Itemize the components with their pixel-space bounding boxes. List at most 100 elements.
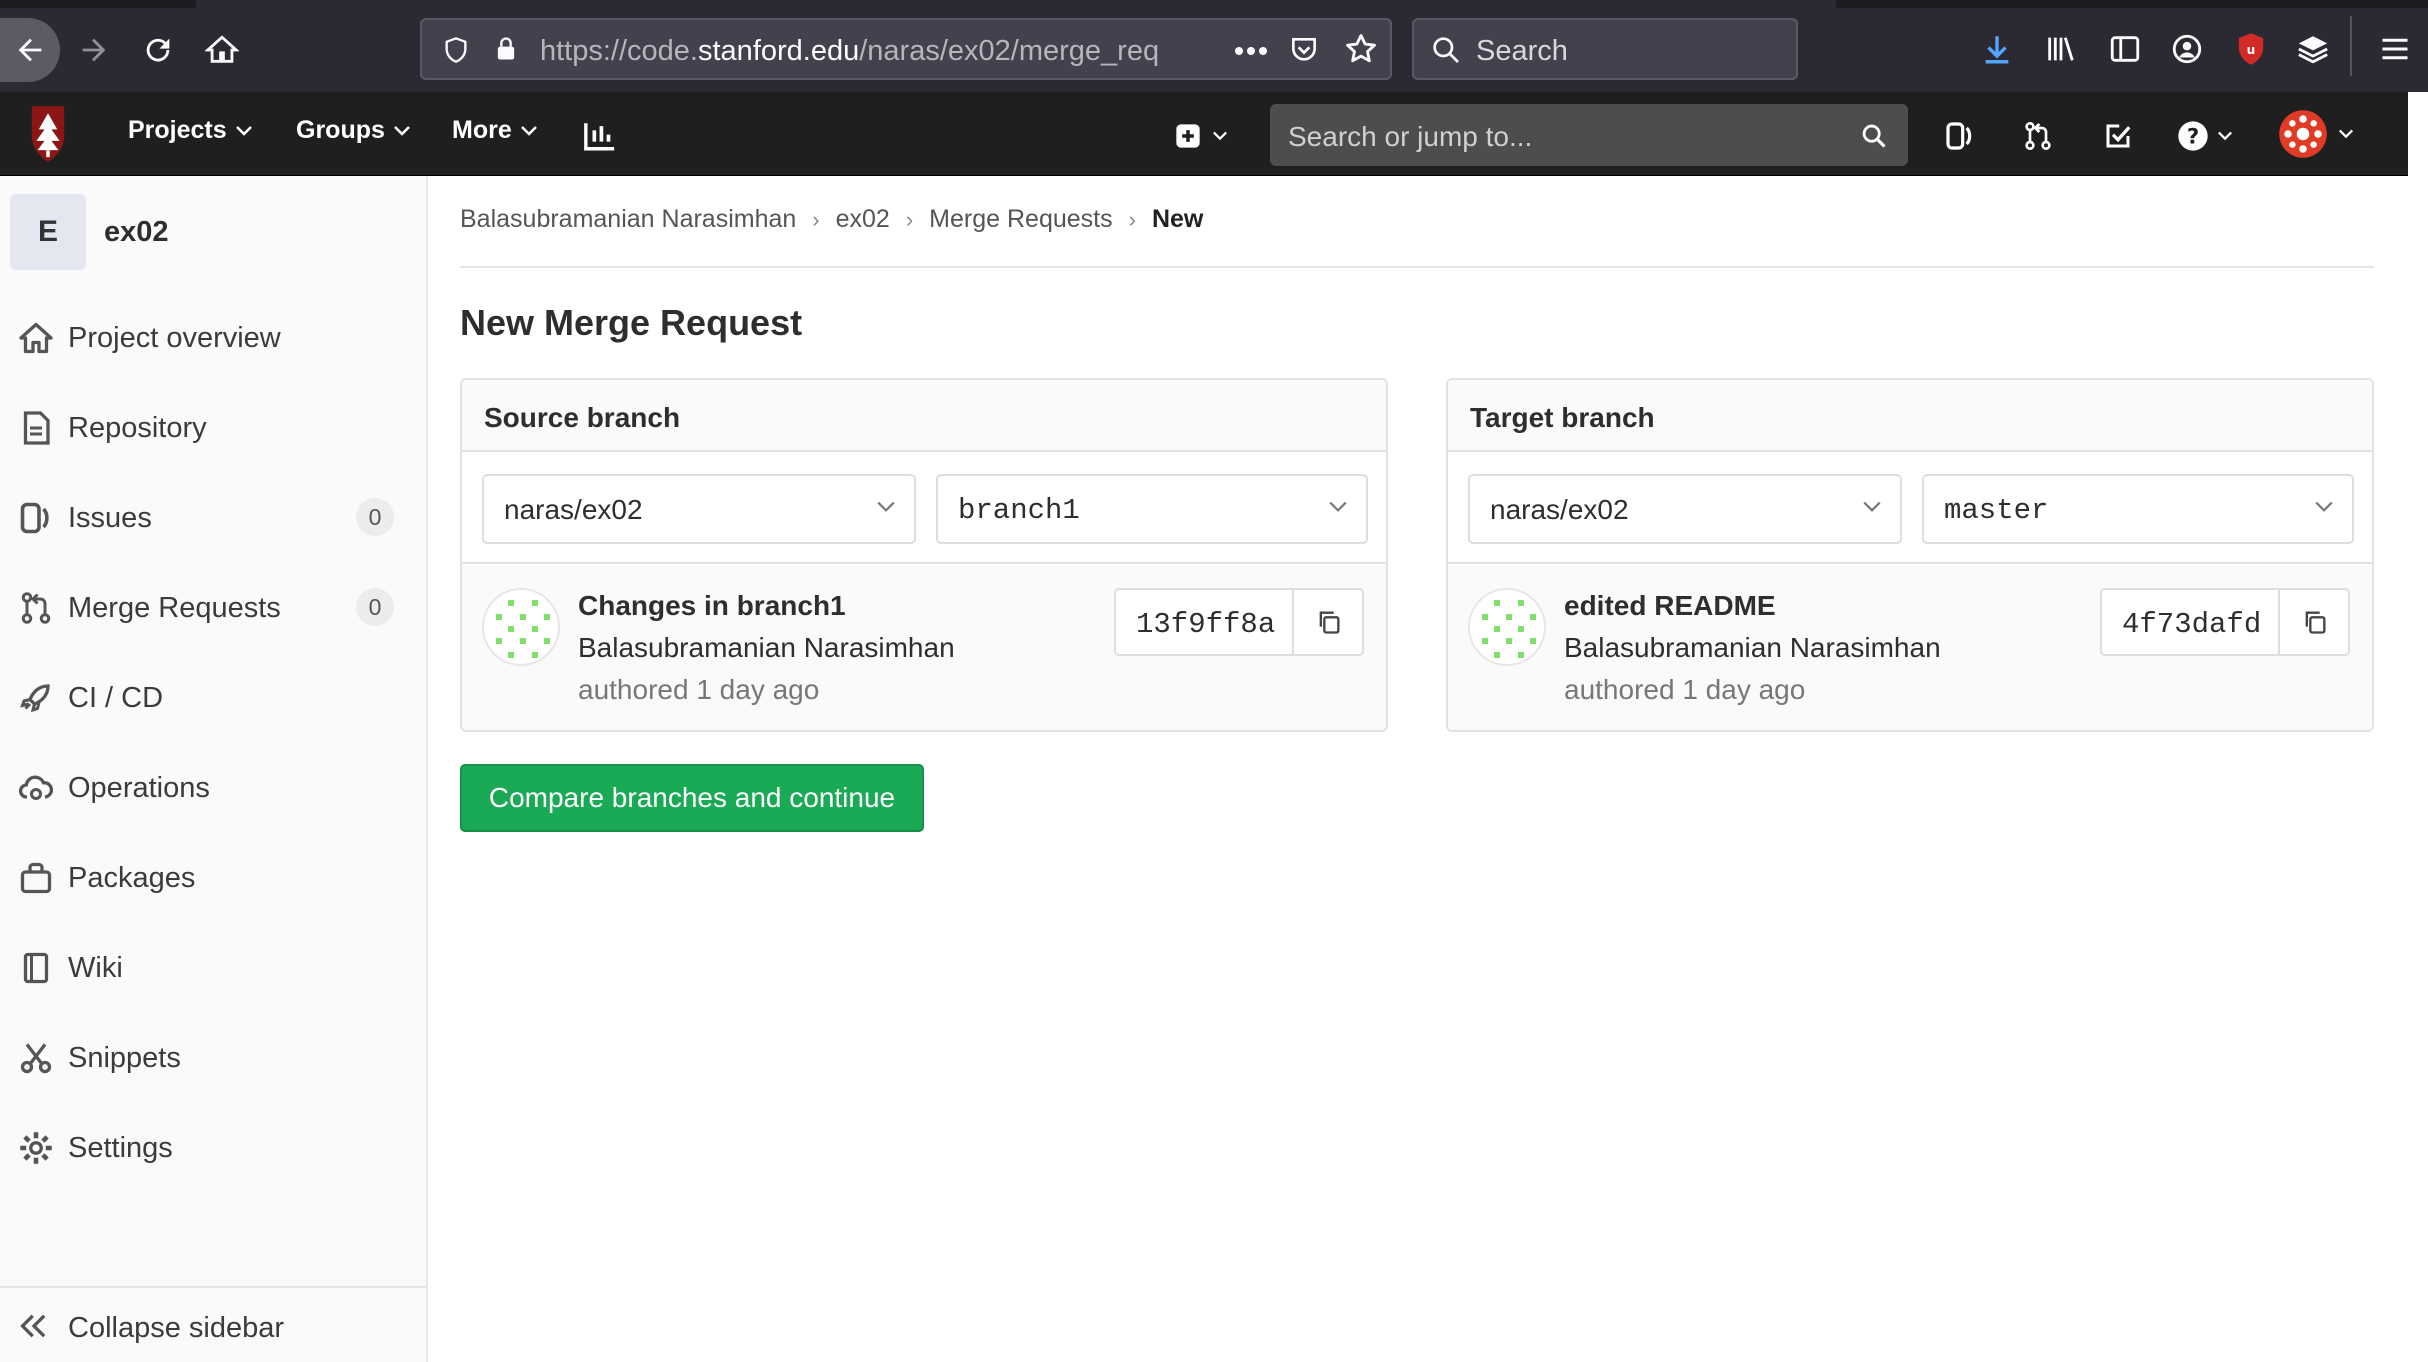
- sidebar-toggle-button[interactable]: [2102, 26, 2148, 72]
- issues-header-button[interactable]: [1938, 114, 1982, 158]
- source-commit-avatar[interactable]: [482, 588, 560, 666]
- stanford-tree-icon: [31, 106, 65, 162]
- gitlab-search-input[interactable]: Search or jump to...: [1270, 104, 1908, 166]
- source-branch-selectors: naras/ex02 branch1: [462, 452, 1386, 564]
- source-sha-value[interactable]: 13f9ff8a: [1136, 608, 1275, 641]
- source-commit-author[interactable]: Balasubramanian Narasimhan: [578, 632, 955, 664]
- issues-count-badge: 0: [356, 498, 394, 536]
- active-tab[interactable]: [196, 0, 1836, 8]
- sidebar-item-merge-requests[interactable]: Merge Requests 0: [0, 572, 426, 642]
- sidebar-item-label: CI / CD: [68, 682, 164, 714]
- shield-icon[interactable]: [442, 36, 470, 64]
- gitlab-header: Projects Groups More Search or jump to..…: [0, 92, 2428, 176]
- sidebar-item-operations[interactable]: Operations: [0, 752, 426, 822]
- breadcrumb-separator-icon: ›: [905, 206, 914, 232]
- browser-toolbar: https://code.stanford.edu/naras/ex02/mer…: [0, 0, 2428, 92]
- breadcrumb-current[interactable]: New: [1152, 205, 1203, 234]
- breadcrumb-separator-icon: ›: [1128, 206, 1136, 232]
- url-text[interactable]: https://code.stanford.edu/naras/ex02/mer…: [540, 35, 1180, 68]
- collapse-sidebar-label: Collapse sidebar: [68, 1312, 285, 1344]
- more-dots-icon[interactable]: [1234, 46, 1268, 56]
- library-button[interactable]: [2038, 26, 2084, 72]
- header-right-edge: [2408, 92, 2428, 176]
- source-branch-header: Source branch: [462, 380, 1386, 452]
- url-prefix: https://code.: [540, 35, 698, 67]
- browser-search[interactable]: Search: [1412, 18, 1798, 80]
- layers-extension-button[interactable]: [2290, 26, 2336, 72]
- sidebar-item-packages[interactable]: Packages: [0, 842, 426, 912]
- more-menu[interactable]: More: [452, 116, 538, 145]
- url-host: stanford.edu: [698, 35, 860, 67]
- library-icon: [2048, 37, 2074, 61]
- copy-icon: [1319, 611, 1340, 634]
- bar-chart-icon: [584, 123, 615, 151]
- sidebar-item-snippets[interactable]: Snippets: [0, 1022, 426, 1092]
- cloud-gear-icon: [18, 775, 54, 800]
- target-commit-author[interactable]: Balasubramanian Narasimhan: [1564, 632, 1941, 664]
- source-branch-value: branch1: [958, 494, 1080, 527]
- downloads-button[interactable]: [1974, 26, 2020, 72]
- groups-menu[interactable]: Groups: [296, 116, 411, 145]
- sidebar-item-ci-cd[interactable]: CI / CD: [0, 662, 426, 732]
- reload-button[interactable]: [126, 18, 190, 82]
- app-menu-button[interactable]: [2372, 26, 2418, 72]
- source-commit-info: Changes in branch1 Balasubramanian Naras…: [462, 566, 1386, 730]
- identicon-avatar-icon: [496, 600, 550, 658]
- project-avatar[interactable]: E: [10, 194, 86, 270]
- source-branch-panel: Source branch naras/ex02 branch1 Changes: [460, 378, 1388, 732]
- compare-branches-button[interactable]: Compare branches and continue: [460, 764, 924, 832]
- chevron-down-icon: [235, 125, 252, 136]
- sidebar-item-label: Issues: [68, 502, 152, 534]
- merge-requests-header-button[interactable]: [2016, 114, 2060, 158]
- copy-source-sha-button[interactable]: [1292, 590, 1364, 654]
- issues-icon: [20, 502, 49, 534]
- sidebar-item-settings[interactable]: Settings: [0, 1112, 426, 1182]
- bookmark-star-icon[interactable]: [1344, 32, 1378, 66]
- sidebar-item-repository[interactable]: Repository: [0, 392, 426, 462]
- target-commit-avatar[interactable]: [1468, 588, 1546, 666]
- new-item-dropdown[interactable]: [1168, 114, 1234, 158]
- source-branch-dropdown[interactable]: branch1: [936, 474, 1368, 544]
- target-commit-sha[interactable]: 4f73dafd: [2100, 588, 2350, 656]
- target-branch-dropdown[interactable]: master: [1922, 474, 2354, 544]
- sidebar-item-issues[interactable]: Issues 0: [0, 482, 426, 552]
- breadcrumb-project[interactable]: ex02: [836, 205, 890, 234]
- pocket-icon[interactable]: [1288, 34, 1320, 66]
- activity-chart-button[interactable]: [578, 114, 622, 158]
- source-commit-sha[interactable]: 13f9ff8a: [1114, 588, 1364, 656]
- address-bar[interactable]: https://code.stanford.edu/naras/ex02/mer…: [420, 18, 1392, 80]
- page-title: New Merge Request: [460, 302, 803, 343]
- projects-menu[interactable]: Projects: [128, 116, 253, 145]
- account-button[interactable]: [2164, 26, 2210, 72]
- copy-target-sha-button[interactable]: [2278, 590, 2350, 654]
- project-name[interactable]: ex02: [104, 216, 169, 249]
- chevron-down-icon: [520, 125, 537, 136]
- home-button[interactable]: [190, 18, 254, 82]
- help-dropdown[interactable]: ?: [2170, 114, 2240, 158]
- package-icon: [20, 862, 52, 894]
- todos-header-button[interactable]: [2096, 114, 2140, 158]
- merge-request-icon: [21, 592, 51, 624]
- target-commit-time: authored 1 day ago: [1564, 674, 1806, 705]
- browser-search-placeholder: Search: [1476, 35, 1568, 67]
- merge-request-icon: [2025, 122, 2051, 150]
- document-icon: [23, 411, 50, 445]
- back-button[interactable]: [0, 18, 60, 82]
- user-avatar-dropdown[interactable]: [2274, 106, 2358, 162]
- target-project-dropdown[interactable]: naras/ex02: [1468, 474, 1902, 544]
- breadcrumb-user[interactable]: Balasubramanian Narasimhan: [460, 205, 796, 234]
- sidebar-item-project-overview[interactable]: Project overview: [0, 302, 426, 372]
- stanford-logo[interactable]: [24, 104, 72, 164]
- reload-icon: [146, 38, 170, 62]
- collapse-sidebar-button[interactable]: Collapse sidebar: [0, 1286, 426, 1362]
- sidebar-item-wiki[interactable]: Wiki: [0, 932, 426, 1002]
- source-commit-title[interactable]: Changes in branch1: [578, 590, 846, 622]
- ublock-button[interactable]: u: [2228, 26, 2274, 72]
- sidebar-icon: [2110, 36, 2140, 62]
- source-project-dropdown[interactable]: naras/ex02: [482, 474, 916, 544]
- forward-button[interactable]: [62, 18, 126, 82]
- book-icon: [23, 952, 49, 984]
- target-commit-title[interactable]: edited README: [1564, 590, 1776, 622]
- target-sha-value[interactable]: 4f73dafd: [2122, 608, 2261, 641]
- breadcrumb-merge-requests[interactable]: Merge Requests: [929, 205, 1112, 234]
